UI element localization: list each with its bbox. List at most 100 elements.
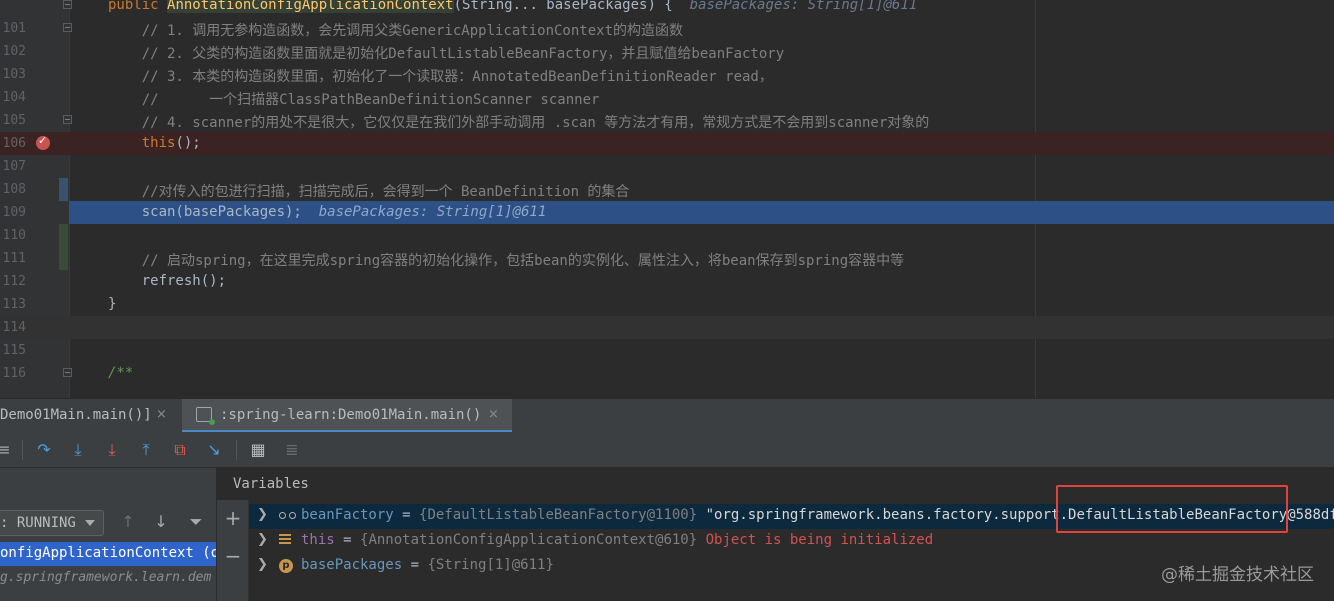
code-text: // 1. 调用无参构造函数，会先调用父类GenericApplicationC… [108,20,683,40]
code-token: // 3. 本类的构造函数里面，初始化了一个读取器：AnnotatedBeanD… [108,69,773,85]
code-token: AnnotationConfigApplicationContext [167,0,454,13]
code-text: refresh(); [108,273,226,289]
frame-row[interactable]: g.springframework.learn.dem [0,567,216,591]
code-text: // 2. 父类的构造函数里面就是初始化DefaultListableBeanF… [108,43,784,63]
arrow-up-icon[interactable]: ↑ [118,512,138,532]
code-token: public [108,0,168,13]
tab-demo01main-previous[interactable]: Demo01Main.main()] × [0,399,178,432]
code-line[interactable]: 106 this(); [0,132,1334,155]
variables-title: Variables [233,476,309,492]
fold-icon[interactable] [63,23,72,32]
line-number: 104 [2,90,26,105]
drop-frame-icon[interactable]: ⧉ [170,440,190,460]
line-number: 107 [2,159,26,174]
evaluate-expression-icon[interactable]: ▦ [248,440,268,460]
remove-watch-icon[interactable]: − [223,546,243,566]
debug-toolbar: ≡ ↷ ⤓ ⤓ ⤒ ⧉ ↘ ▦ ≣ [0,432,1334,468]
add-watch-icon[interactable]: + [223,508,243,528]
glasses-icon [279,509,299,523]
parameter-icon: p [279,559,293,573]
line-number: 111 [2,251,26,266]
code-line[interactable]: 110 [0,224,1334,247]
step-into-icon[interactable]: ⤓ [68,440,88,460]
code-token: refresh(); [108,273,227,289]
fold-icon[interactable] [63,368,72,377]
code-text: } [108,296,116,312]
code-line[interactable]: 101 // 1. 调用无参构造函数，会先调用父类GenericApplicat… [0,17,1334,40]
thread-status: : RUNNING [0,515,76,531]
code-editor[interactable]: public AnnotationConfigApplicationContex… [0,0,1334,398]
chevron-right-icon[interactable]: ❯ [257,532,268,547]
arrow-down-icon[interactable]: ↓ [151,512,171,532]
trace-icon[interactable]: ≣ [282,440,302,460]
vcs-change-marker[interactable] [59,178,68,201]
breakpoint-icon[interactable] [36,134,50,150]
code-token: scan(basePackages); [108,204,319,220]
frame-label: onfigApplicationContext (or [0,545,216,561]
code-token: //对传入的包进行扫描，扫描完成后，会得到一个 BeanDefinition 的… [108,184,630,200]
vcs-change-marker[interactable] [59,224,68,270]
step-out-icon[interactable]: ⤒ [136,440,156,460]
code-line[interactable]: 109 scan(basePackages); basePackages: St… [0,201,1334,224]
variable-equals: = [334,532,361,548]
code-line[interactable]: 103 // 3. 本类的构造函数里面，初始化了一个读取器：AnnotatedB… [0,63,1334,86]
code-line[interactable]: 112 refresh(); [0,270,1334,293]
run-to-cursor-icon[interactable]: ↘ [204,440,224,460]
code-token: // 一个扫描器ClassPathBeanDefinitionScanner s… [108,92,600,108]
code-text: this(); [108,135,201,151]
code-token: (String... basePackages) { [453,0,690,13]
code-token: // 2. 父类的构造函数里面就是初始化DefaultListableBeanF… [108,46,785,62]
variable-name: basePackages [301,557,403,573]
tab-label: Demo01Main.main()] [0,407,152,423]
toolbar-divider [22,440,23,460]
line-number: 115 [2,343,26,358]
code-text: public AnnotationConfigApplicationContex… [108,0,917,13]
line-number: 101 [2,21,26,36]
code-line[interactable]: 104 // 一个扫描器ClassPathBeanDefinitionScann… [0,86,1334,109]
code-token: } [108,296,117,312]
close-icon[interactable]: × [156,407,167,422]
fold-icon[interactable] [63,115,72,124]
line-number: 112 [2,274,26,289]
code-line[interactable]: 102 // 2. 父类的构造函数里面就是初始化DefaultListableB… [0,40,1334,63]
thread-selector[interactable]: : RUNNING [0,510,104,536]
line-number: 103 [2,67,26,82]
code-line[interactable]: 116 /** [0,362,1334,385]
chevron-right-icon[interactable]: ❯ [257,557,268,572]
variable-equals: = [393,507,420,523]
watermark: @稀土掘金技术社区 [1161,565,1314,585]
code-line[interactable]: 105 // 4. scanner的用处不是很大，它仅仅是在我们外部手动调用 .… [0,109,1334,132]
variable-type: {DefaultListableBeanFactory@1100} [419,507,706,523]
line-number: 105 [2,113,26,128]
variable-equals: = [402,557,428,573]
fold-icon[interactable] [63,0,72,9]
frame-row[interactable]: onfigApplicationContext (or [0,542,216,566]
line-number: 109 [2,205,26,220]
code-line[interactable]: 108 //对传入的包进行扫描，扫描完成后，会得到一个 BeanDefiniti… [0,178,1334,201]
code-token: /** [108,365,134,381]
code-line[interactable]: 113} [0,293,1334,316]
line-number: 116 [2,366,26,381]
code-line[interactable]: 114 [0,316,1334,339]
code-line[interactable]: 107 [0,155,1334,178]
variable-value: Object is being initialized [705,532,934,548]
code-text: //对传入的包进行扫描，扫描完成后，会得到一个 BeanDefinition 的… [108,181,630,201]
stack-icon [279,534,291,546]
code-text: // 启动spring，在这里完成spring容器的初始化操作，包括bean的实… [108,250,904,270]
code-token: basePackages: String[1]@611 [318,204,547,220]
force-step-into-icon[interactable]: ⤓ [102,440,122,460]
code-line[interactable]: 111 // 启动spring，在这里完成spring容器的初始化操作，包括be… [0,247,1334,270]
code-line[interactable]: public AnnotationConfigApplicationContex… [0,0,1334,17]
close-icon[interactable]: × [488,407,499,422]
code-text: // 一个扫描器ClassPathBeanDefinitionScanner s… [108,89,600,109]
tab-spring-learn-demo01main[interactable]: :spring-learn:Demo01Main.main() × [182,399,512,433]
toolbar-divider [236,440,237,460]
filter-icon[interactable]: ⏷ [186,512,206,532]
step-over-icon[interactable]: ↷ [34,440,54,460]
code-token: // 4. scanner的用处不是很大，它仅仅是在我们外部手动调用 .scan… [108,115,930,131]
menu-icon[interactable]: ≡ [0,440,14,460]
line-number: 113 [2,297,26,312]
code-line[interactable]: 115 [0,339,1334,362]
chevron-right-icon[interactable]: ❯ [257,507,268,522]
variable-name: beanFactory [301,507,394,523]
